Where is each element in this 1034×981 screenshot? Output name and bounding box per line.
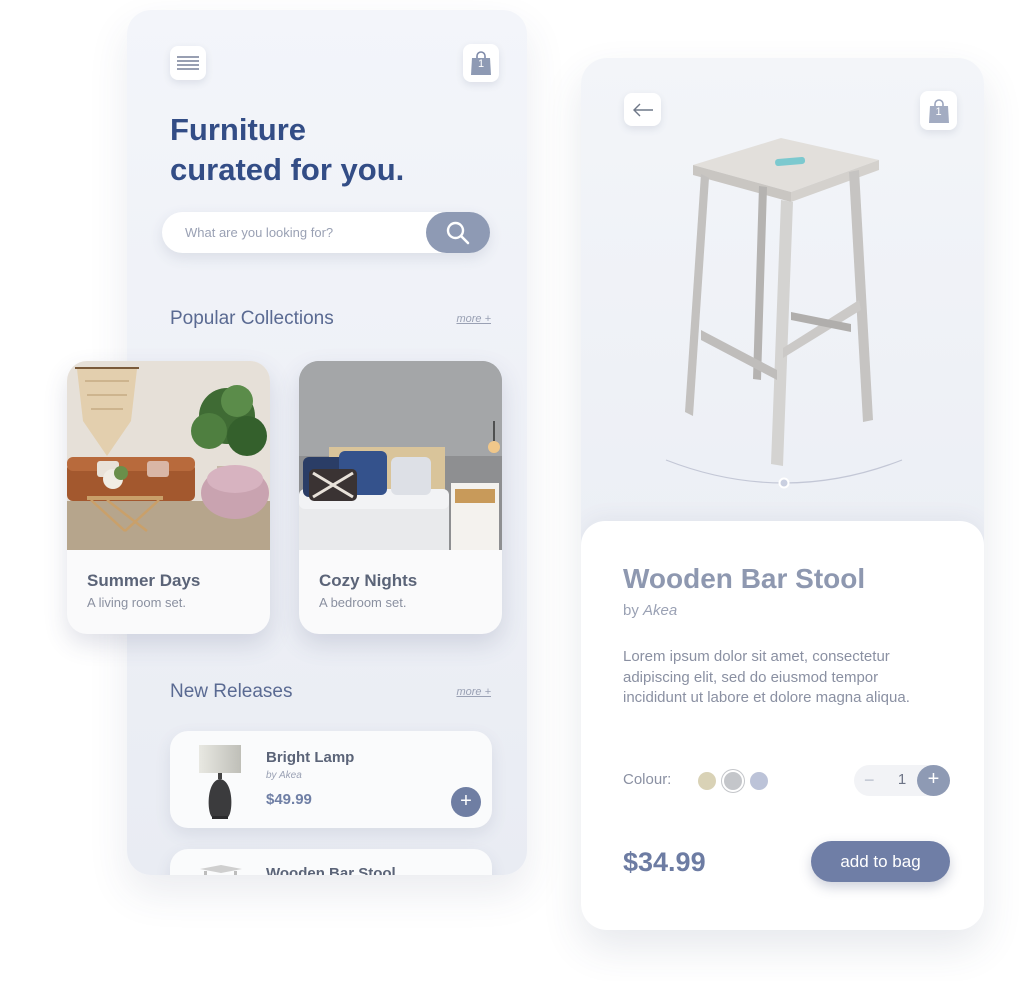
release-name: Wooden Bar Stool bbox=[266, 865, 396, 875]
colour-swatch-beige[interactable] bbox=[698, 772, 716, 790]
popular-collections-heading: Popular Collections bbox=[170, 308, 334, 329]
quantity-decrease-button[interactable]: − bbox=[864, 770, 875, 791]
collection-name: Cozy Nights bbox=[319, 571, 418, 590]
bag-count-badge: 1 bbox=[477, 58, 485, 70]
product-info-panel: Wooden Bar Stool by Akea Lorem ipsum dol… bbox=[581, 521, 984, 930]
colour-label: Colour: bbox=[623, 771, 672, 788]
collection-card-summer-days[interactable]: Summer Days A living room set. bbox=[67, 361, 270, 634]
back-button[interactable] bbox=[624, 93, 661, 126]
quantity-increase-button[interactable]: + bbox=[917, 765, 950, 796]
bedroom-image bbox=[299, 361, 502, 550]
stool-thumb-image bbox=[200, 865, 242, 875]
add-to-bag-button[interactable]: add to bag bbox=[811, 841, 950, 882]
colour-swatch-grey-selected[interactable] bbox=[724, 772, 742, 790]
title-line-2: curated for you. bbox=[170, 152, 405, 187]
menu-button[interactable] bbox=[170, 46, 206, 80]
search-button[interactable] bbox=[426, 212, 490, 253]
brand-name: Akea bbox=[643, 602, 678, 619]
lamp-image bbox=[199, 745, 241, 819]
search-input[interactable] bbox=[162, 212, 422, 253]
new-releases-heading: New Releases bbox=[170, 681, 293, 702]
search-bar bbox=[162, 212, 490, 253]
collection-name: Summer Days bbox=[87, 571, 201, 590]
release-name: Bright Lamp bbox=[266, 749, 355, 766]
bag-button[interactable]: 1 bbox=[463, 44, 499, 82]
arrow-left-icon bbox=[632, 103, 653, 116]
product-price: $34.99 bbox=[623, 847, 706, 877]
release-brand: by Akea bbox=[266, 770, 302, 781]
quantity-stepper: − 1 + bbox=[854, 765, 950, 796]
add-to-cart-button[interactable]: + bbox=[451, 787, 481, 817]
rotate-slider[interactable] bbox=[664, 456, 904, 496]
release-item-wooden-bar-stool[interactable]: Wooden Bar Stool bbox=[170, 849, 492, 875]
brand-prefix: by bbox=[623, 602, 639, 619]
collection-subtitle: A living room set. bbox=[87, 595, 186, 610]
product-brand: by Akea bbox=[623, 602, 677, 619]
title-line-1: Furniture bbox=[170, 112, 307, 147]
hamburger-icon bbox=[177, 56, 199, 70]
bag-button[interactable]: 1 bbox=[920, 91, 957, 130]
wooden-stool-image bbox=[685, 138, 879, 466]
collection-subtitle: A bedroom set. bbox=[319, 595, 407, 610]
product-description: Lorem ipsum dolor sit amet, consectetur … bbox=[623, 648, 910, 706]
release-price: $49.99 bbox=[266, 791, 312, 808]
colour-swatch-blue[interactable] bbox=[750, 772, 768, 790]
releases-more-link[interactable]: more + bbox=[456, 686, 491, 698]
page-title: Furniture curated for you. bbox=[170, 110, 490, 190]
release-item-bright-lamp[interactable]: Bright Lamp by Akea $49.99 + bbox=[170, 731, 492, 828]
living-room-image bbox=[67, 361, 270, 550]
search-icon bbox=[446, 221, 470, 244]
quantity-value: 1 bbox=[897, 771, 907, 788]
product-detail-screen: 1 Wooden Bar Stool by Akea Lorem ipsum d… bbox=[581, 58, 984, 930]
bag-count-badge: 1 bbox=[935, 106, 942, 118]
popular-more-link[interactable]: more + bbox=[456, 313, 491, 325]
product-title: Wooden Bar Stool bbox=[623, 563, 866, 594]
rotate-handle bbox=[778, 477, 790, 489]
collection-card-cozy-nights[interactable]: Cozy Nights A bedroom set. bbox=[299, 361, 502, 634]
